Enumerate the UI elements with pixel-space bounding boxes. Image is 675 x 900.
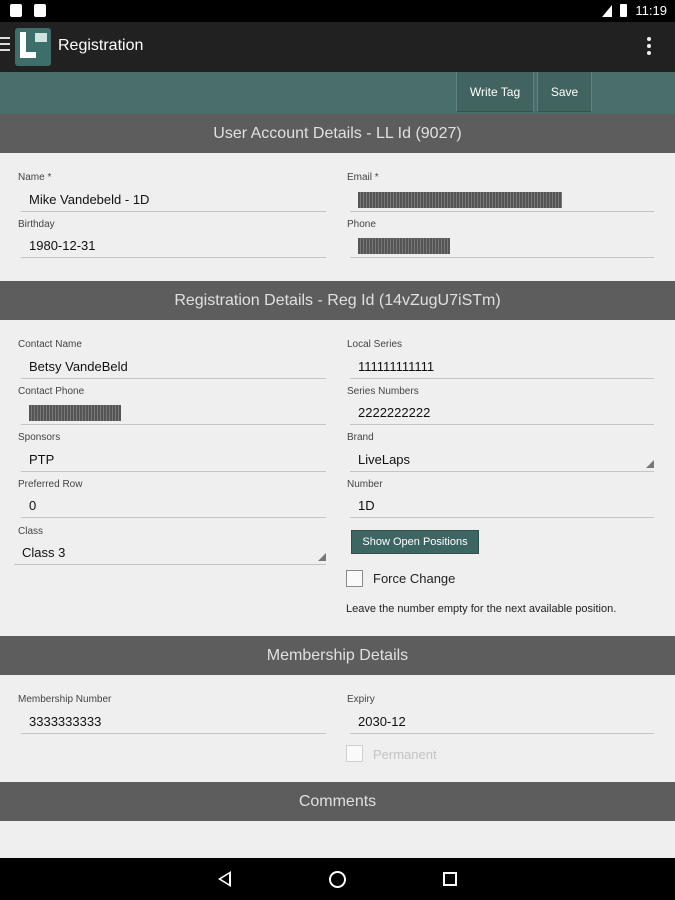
user-account-header: User Account Details - LL Id (9027)	[0, 114, 675, 153]
menu-icon[interactable]	[0, 37, 10, 55]
navigation-bar	[0, 858, 675, 900]
membership-header: Membership Details	[0, 636, 675, 675]
notification-icons	[10, 4, 46, 17]
overflow-menu-icon[interactable]	[647, 37, 651, 58]
signal-icon	[602, 4, 613, 17]
sponsors-label: Sponsors	[18, 432, 61, 443]
action-bar: Write Tag Save	[0, 72, 675, 114]
force-change-label: Force Change	[373, 571, 456, 586]
app-bar: Registration	[0, 22, 675, 72]
brand-label: Brand	[347, 432, 374, 443]
home-icon[interactable]	[329, 871, 346, 888]
membership-number-label: Membership Number	[18, 694, 112, 705]
recent-apps-icon[interactable]	[443, 872, 457, 886]
redacted-phone	[358, 237, 450, 254]
app-logo-icon	[15, 28, 51, 66]
brand-select[interactable]: LiveLaps	[350, 448, 654, 472]
contact-phone-field[interactable]	[21, 401, 326, 425]
contact-name-label: Contact Name	[18, 339, 82, 350]
write-tag-button[interactable]: Write Tag	[456, 72, 534, 112]
name-label: Name *	[18, 172, 52, 183]
series-numbers-label: Series Numbers	[347, 386, 419, 397]
app-title: Registration	[58, 37, 144, 54]
battery-icon	[620, 4, 628, 17]
contact-name-field[interactable]: Betsy VandeBeld	[21, 355, 326, 379]
redacted-contact-phone	[29, 404, 121, 421]
back-icon[interactable]	[218, 871, 231, 887]
sponsors-field[interactable]: PTP	[21, 448, 326, 472]
membership-number-field[interactable]: 3333333333	[21, 710, 326, 734]
contact-phone-label: Contact Phone	[18, 386, 85, 397]
expiry-field[interactable]: 2030-12	[350, 710, 654, 734]
class-select[interactable]: Class 3	[14, 541, 326, 565]
redacted-email	[358, 191, 562, 208]
name-field[interactable]: Mike Vandebeld - 1D	[21, 188, 326, 212]
save-button[interactable]: Save	[537, 72, 592, 112]
phone-label: Phone	[347, 219, 376, 230]
phone-field[interactable]	[350, 234, 654, 258]
email-field[interactable]	[350, 188, 654, 212]
birthday-label: Birthday	[18, 219, 55, 230]
number-label: Number	[347, 479, 383, 490]
permanent-label: Permanent	[373, 747, 437, 762]
local-series-field[interactable]: 111111111111	[350, 355, 654, 379]
status-bar: 11:19	[0, 0, 675, 22]
show-open-positions-button[interactable]: Show Open Positions	[351, 530, 479, 554]
number-field[interactable]: 1D	[350, 494, 654, 518]
email-label: Email *	[347, 172, 379, 183]
birthday-field[interactable]: 1980-12-31	[21, 234, 326, 258]
android-icon	[34, 4, 46, 17]
number-hint: Leave the number empty for the next avai…	[346, 603, 617, 615]
preferred-row-field[interactable]: 0	[21, 494, 326, 518]
local-series-label: Local Series	[347, 339, 403, 350]
notification-icon	[10, 4, 22, 17]
expiry-label: Expiry	[347, 694, 375, 705]
status-time: 11:19	[635, 3, 667, 18]
comments-header: Comments	[0, 782, 675, 821]
system-icons: 11:19	[602, 3, 667, 18]
class-label: Class	[18, 526, 44, 537]
preferred-row-label: Preferred Row	[18, 479, 83, 490]
series-numbers-field[interactable]: 2222222222	[350, 401, 654, 425]
registration-header: Registration Details - Reg Id (14vZugU7i…	[0, 281, 675, 320]
force-change-checkbox[interactable]	[346, 570, 363, 587]
permanent-checkbox[interactable]	[346, 745, 363, 762]
